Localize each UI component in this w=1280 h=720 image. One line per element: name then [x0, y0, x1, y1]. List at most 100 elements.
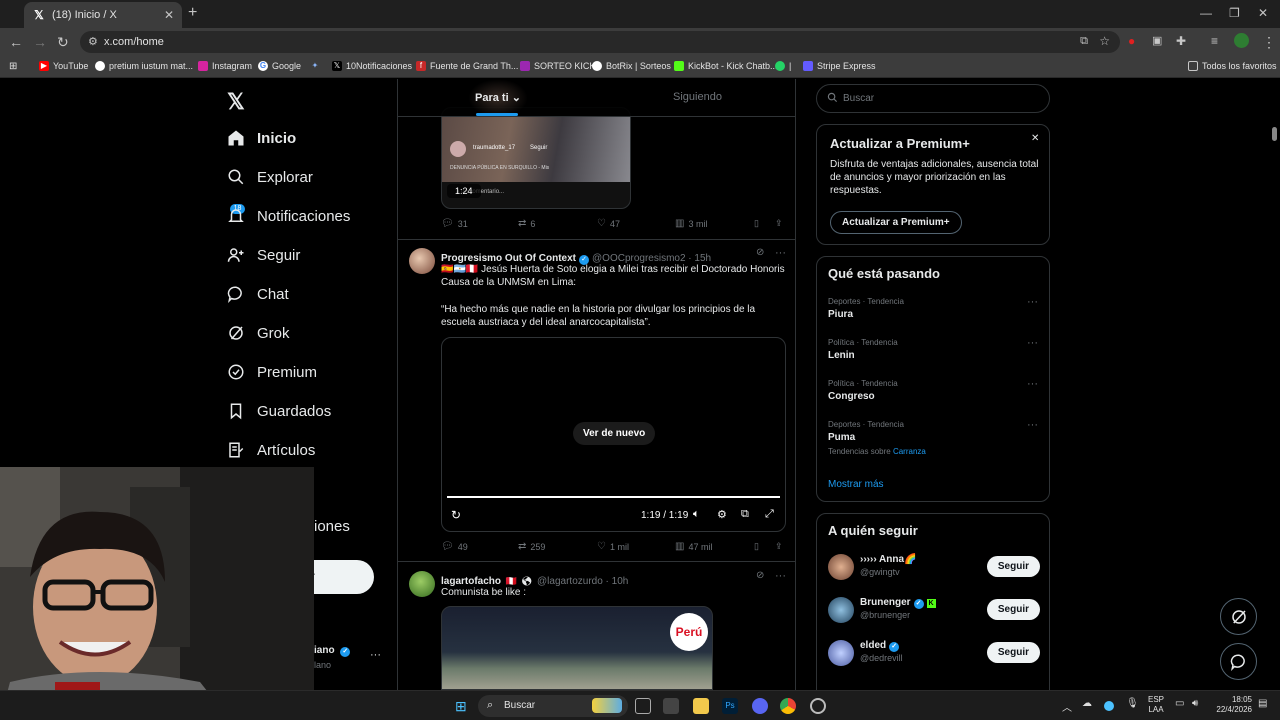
- back-icon[interactable]: ←: [9, 34, 23, 50]
- nav-premium[interactable]: Premium: [227, 363, 317, 381]
- share-icon[interactable]: ⇪: [775, 218, 783, 229]
- bookmark-instagram[interactable]: Instagram: [198, 61, 252, 71]
- tray-chevron-icon[interactable]: ︿: [1062, 699, 1072, 714]
- notification-center-icon[interactable]: ▤: [1258, 698, 1274, 714]
- avatar[interactable]: [409, 248, 435, 274]
- nav-home[interactable]: Inicio: [227, 129, 296, 147]
- volume-icon[interactable]: 🔊︎: [1192, 698, 1208, 714]
- extension-red-icon[interactable]: ●: [1128, 34, 1135, 48]
- site-info-icon[interactable]: ⚙: [88, 35, 98, 48]
- video-player[interactable]: Ver de nuevo ↻ 1:19 / 1:19 🔈︎ ⚙ ⧉ ⤢: [441, 337, 786, 532]
- more-icon[interactable]: ···: [1027, 337, 1038, 349]
- nav-articles[interactable]: Artículos: [227, 441, 315, 459]
- all-bookmarks[interactable]: Todos los favoritos: [1188, 61, 1277, 71]
- reply-button[interactable]: 💬︎ 31: [441, 218, 468, 229]
- avatar[interactable]: [409, 571, 435, 597]
- minimize-button[interactable]: —: [1200, 6, 1212, 20]
- post-more-icon[interactable]: ···: [775, 570, 786, 582]
- restore-button[interactable]: ❐: [1229, 6, 1240, 20]
- bookmark-kickbot[interactable]: KickBot - Kick Chatb...: [674, 61, 778, 71]
- replay-icon[interactable]: ↻: [451, 508, 461, 522]
- reply-button[interactable]: 💬︎ 49: [441, 541, 468, 552]
- reload-icon[interactable]: ↻: [57, 34, 69, 51]
- more-icon[interactable]: ···: [1027, 419, 1038, 431]
- replay-button[interactable]: Ver de nuevo: [573, 422, 656, 445]
- photoshop-icon[interactable]: Ps: [722, 698, 738, 714]
- like-button[interactable]: ♡ 47: [597, 218, 620, 229]
- follow-button[interactable]: Seguir: [986, 642, 1040, 663]
- post-more-icon[interactable]: ···: [775, 247, 786, 259]
- suggested-user[interactable]: ››››› Anna🌈 @gwingtv Seguir: [828, 552, 1040, 582]
- input-language[interactable]: ESP LAA: [1148, 695, 1164, 715]
- trend-item[interactable]: Deportes · Tendencia Piura ···: [828, 296, 1038, 320]
- grok-fab-icon[interactable]: [1220, 598, 1257, 635]
- close-window-button[interactable]: ✕: [1258, 6, 1268, 20]
- windows-start-icon[interactable]: ⊞: [455, 698, 471, 714]
- app-icon[interactable]: [663, 698, 679, 714]
- bookmark-post-icon[interactable]: ▯: [754, 541, 759, 552]
- search-input[interactable]: Buscar: [816, 84, 1050, 113]
- menu-icon[interactable]: ⋮: [1262, 34, 1276, 51]
- bookmark-fuente[interactable]: f Fuente de Grand Th...: [416, 61, 518, 71]
- app-icon[interactable]: [810, 698, 826, 714]
- chat-fab-icon[interactable]: [1220, 643, 1257, 680]
- x-logo-icon[interactable]: 𝕏: [227, 89, 245, 115]
- volume-icon[interactable]: 🔈︎: [693, 508, 700, 521]
- bookmark-whatsapp[interactable]: |: [775, 61, 791, 71]
- trend-item[interactable]: Deportes · Tendencia Puma ··· Tendencias s…: [828, 419, 1038, 456]
- more-icon[interactable]: ···: [1027, 378, 1038, 390]
- trend-item[interactable]: Política · Tendencia Lenin ···: [828, 337, 1038, 361]
- more-icon[interactable]: ···: [1027, 296, 1038, 308]
- repost-button[interactable]: ⇄ 6: [518, 218, 535, 229]
- upgrade-premium-button[interactable]: Actualizar a Premium+: [830, 211, 962, 234]
- bookmark-post-icon[interactable]: ▯: [754, 218, 759, 229]
- bookmark-google[interactable]: G Google: [258, 61, 301, 71]
- bookmark-star-icon[interactable]: ☆: [1099, 34, 1110, 48]
- bookmark-youtube[interactable]: ▶ YouTube: [39, 61, 88, 71]
- bookmark-sorteo-kick[interactable]: SORTEO KICK: [520, 61, 595, 71]
- related-trend-link[interactable]: Carranza: [893, 447, 926, 456]
- views-button[interactable]: ▥ 3 mil: [675, 218, 707, 229]
- nav-explore[interactable]: Explorar: [227, 168, 313, 186]
- fullscreen-icon[interactable]: ⤢: [765, 508, 774, 521]
- bookmark-botrix[interactable]: BotRix | Sorteos: [592, 61, 671, 71]
- video-card[interactable]: traumadotte_17 Seguir DENUNCIA PÚBLICA E…: [441, 107, 631, 209]
- new-tab-button[interactable]: +: [188, 4, 197, 22]
- scrollbar-thumb[interactable]: [1272, 127, 1277, 141]
- file-explorer-icon[interactable]: [693, 698, 709, 714]
- tray-icon[interactable]: [1104, 701, 1114, 711]
- suggested-user[interactable]: Brunenger ✓ K @brunenger Seguir: [828, 595, 1040, 625]
- cast-icon[interactable]: ⧉: [1080, 35, 1088, 48]
- apps-icon[interactable]: ⊞: [9, 61, 17, 72]
- clock[interactable]: 18:05 22/4/2026: [1212, 695, 1252, 715]
- profile-name[interactable]: iano ✓: [314, 645, 353, 657]
- bookmark-pretium[interactable]: pretium iustum mat...: [95, 61, 193, 71]
- nav-more-partial[interactable]: iones: [314, 518, 350, 535]
- nav-notifications[interactable]: Notificaciones: [227, 207, 350, 225]
- chrome-icon[interactable]: [780, 698, 796, 714]
- grok-explain-icon[interactable]: ⊘: [756, 247, 764, 258]
- post2-handle[interactable]: @lagartozurdo · 10h: [537, 576, 628, 587]
- task-view-icon[interactable]: [635, 698, 651, 714]
- nav-follow[interactable]: Seguir: [227, 246, 300, 264]
- taskbar-search[interactable]: ⌕ Buscar: [478, 695, 628, 717]
- post2-image[interactable]: Perú: [441, 606, 713, 690]
- bookmark-stripe[interactable]: Stripe Express: [803, 61, 876, 71]
- tab-following[interactable]: Siguiendo: [673, 91, 722, 103]
- nav-chat[interactable]: Chat: [227, 285, 289, 303]
- pip-icon[interactable]: ⧉: [741, 508, 749, 521]
- grok-explain-icon[interactable]: ⊘: [756, 570, 764, 581]
- video-progress-bar[interactable]: [447, 496, 780, 498]
- views-button[interactable]: ▥ 47 mil: [675, 541, 712, 552]
- bookmark-10notificaciones[interactable]: 𝕏 10Notificaciones: [332, 61, 412, 71]
- tab-for-you[interactable]: Para ti ⌄: [475, 91, 521, 104]
- suggested-user[interactable]: elded ✓ @dedrevill Seguir: [828, 638, 1040, 668]
- share-icon[interactable]: ⇪: [775, 541, 783, 552]
- follow-button[interactable]: Seguir: [986, 556, 1040, 577]
- close-tab-icon[interactable]: ✕: [164, 8, 174, 22]
- video-follow[interactable]: Seguir: [530, 145, 547, 151]
- profile-avatar[interactable]: [1234, 33, 1249, 48]
- forward-icon[interactable]: →: [33, 34, 47, 50]
- nav-grok[interactable]: Grok: [227, 324, 290, 342]
- reading-list-icon[interactable]: ≡: [1211, 34, 1218, 48]
